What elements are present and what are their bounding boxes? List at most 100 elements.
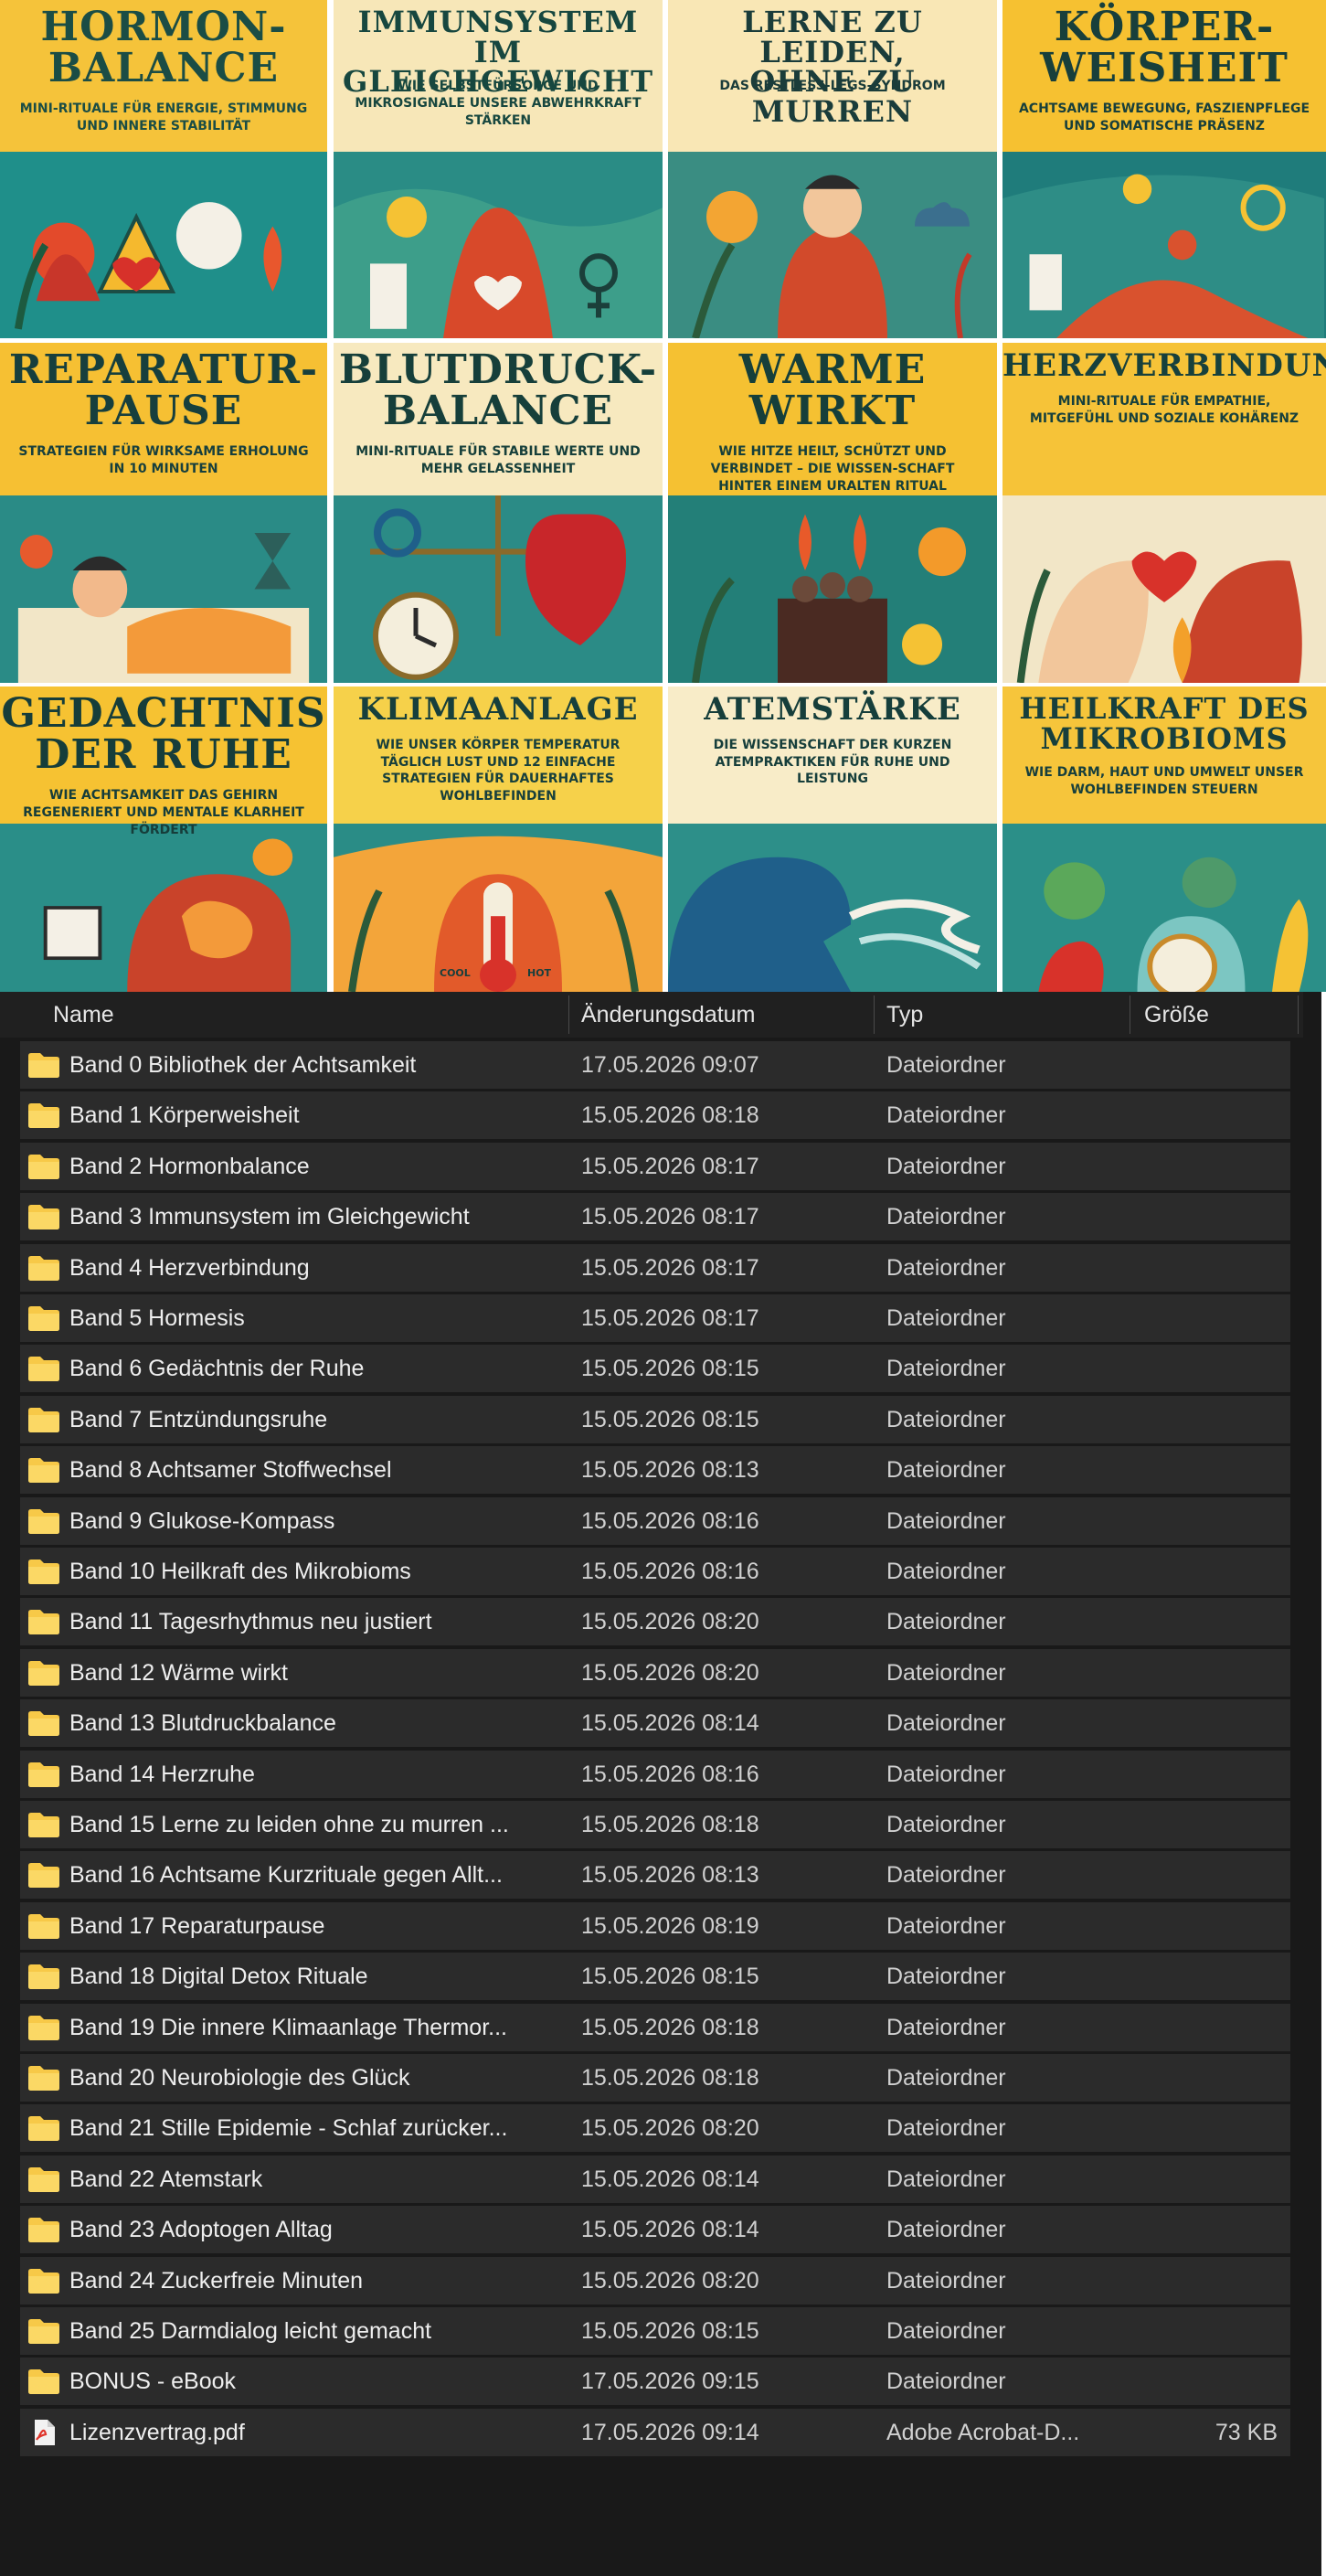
file-name: Band 16 Achtsame Kurzrituale gegen Allt.…	[69, 1862, 503, 1889]
file-type: Dateiordner	[886, 1052, 1006, 1078]
file-row[interactable]: Band 15 Lerne zu leiden ohne zu murren .…	[20, 1801, 1290, 1848]
file-name: Lizenzvertrag.pdf	[69, 2419, 245, 2445]
file-modified-date: 15.05.2026 08:15	[581, 1356, 759, 1382]
file-row[interactable]: Band 19 Die innere Klimaanlage Thermor..…	[20, 2003, 1290, 2051]
file-name: Band 1 Körperweisheit	[69, 1102, 300, 1129]
file-row[interactable]: BONUS - eBook 17.05.2026 09:15 Dateiordner	[20, 2358, 1290, 2406]
file-modified-date: 15.05.2026 08:15	[581, 1964, 759, 1990]
file-type: Adobe Acrobat-D...	[886, 2419, 1080, 2445]
file-modified-date: 15.05.2026 08:18	[581, 2065, 759, 2091]
file-row[interactable]: Band 21 Stille Epidemie - Schlaf zurücke…	[20, 2104, 1290, 2153]
cover-illustration	[1002, 174, 1325, 338]
file-name: Band 25 Darmdialog leicht gemacht	[69, 2318, 432, 2344]
file-row[interactable]: Band 8 Achtsamer Stoffwechsel 15.05.2026 …	[20, 1446, 1290, 1495]
file-modified-date: 15.05.2026 08:15	[581, 2318, 759, 2344]
file-row[interactable]: Band 16 Achtsame Kurzrituale gegen Allt.…	[20, 1851, 1290, 1900]
file-modified-date: 15.05.2026 08:14	[581, 2217, 759, 2243]
cover-reparatur: REPARATUR- PAUSE STRATEGIEN FÜR WIRKSAME …	[0, 343, 327, 683]
folder-icon	[27, 1508, 60, 1534]
folder-icon	[27, 1204, 60, 1230]
folder-icon	[27, 1660, 60, 1686]
file-row[interactable]: Band 23 Adoptogen Alltag 15.05.2026 08:14…	[20, 2206, 1290, 2254]
folder-icon	[27, 1356, 60, 1382]
cover-subtitle: WIE DARM, HAUT UND UMWELT UNSER WOHLBEFI…	[1024, 765, 1304, 798]
file-name: Band 10 Heilkraft des Mikrobioms	[69, 1559, 411, 1584]
file-row[interactable]: Band 13 Blutdruckbalance 15.05.2026 08:14…	[20, 1699, 1290, 1748]
file-type: Dateiordner	[886, 1659, 1006, 1686]
pdf-icon	[27, 2419, 60, 2445]
column-divider[interactable]	[874, 995, 875, 1034]
file-name: Band 11 Tagesrhythmus neu justiert	[69, 1609, 432, 1635]
column-type[interactable]: Typ	[886, 992, 923, 1038]
folder-icon	[27, 1812, 60, 1837]
file-row[interactable]: Band 11 Tagesrhythmus neu justiert 15.05.…	[20, 1598, 1290, 1646]
file-modified-date: 15.05.2026 08:14	[581, 1710, 759, 1737]
cover-illustration	[14, 202, 282, 330]
cover-subtitle: WIE SELBSTFÜRSORGE UND MIKROSIGNALE UNSE…	[355, 79, 642, 129]
column-date[interactable]: Änderungsdatum	[581, 992, 755, 1038]
column-size[interactable]: Größe	[1144, 992, 1209, 1038]
file-row[interactable]: Band 3 Immunsystem im Gleichgewicht 15.05…	[20, 1193, 1290, 1241]
folder-icon	[27, 1609, 60, 1635]
file-row[interactable]: Band 22 Atemstark 15.05.2026 08:14 Dateior…	[20, 2155, 1290, 2203]
file-modified-date: 17.05.2026 09:15	[581, 2368, 759, 2395]
file-name: Band 2 Hormonbalance	[69, 1153, 310, 1179]
cover-atem: ATEMSTÄRKE DIE WISSENSCHAFT DER KURZEN AT…	[668, 687, 997, 992]
file-modified-date: 15.05.2026 08:17	[581, 1204, 759, 1230]
file-name: Band 7 Entzündungsruhe	[69, 1406, 328, 1432]
cover-klima: KLIMAANLAGE WIE UNSER KÖRPER TEMPERATUR T…	[334, 687, 663, 992]
column-divider[interactable]	[568, 995, 569, 1034]
file-row[interactable]: Band 25 Darmdialog leicht gemacht 15.05.2…	[20, 2307, 1290, 2355]
cover-title: WARME WIRKT	[738, 346, 927, 434]
cover-title: ATEMSTÄRKE	[704, 691, 961, 728]
file-modified-date: 15.05.2026 08:20	[581, 1659, 759, 1686]
cover-gedaechtnis: GEDACHTNIS DER RUHE WIE ACHTSAMKEIT DAS G…	[0, 687, 327, 992]
file-explorer: Name Änderungsdatum Typ Größe Band 0 Bib…	[0, 992, 1326, 2576]
file-modified-date: 15.05.2026 08:13	[581, 1862, 759, 1889]
file-type: Dateiordner	[886, 1862, 1006, 1889]
file-name: Band 19 Die innere Klimaanlage Thermor..…	[69, 2014, 507, 2040]
cover-illustration	[1016, 551, 1302, 683]
file-row[interactable]: Band 1 Körperweisheit 15.05.2026 08:18 Dat…	[20, 1091, 1290, 1140]
cover-subtitle: MINI-RITUALE FÜR EMPATHIE, MITGEFÜHL UND…	[1029, 393, 1299, 426]
column-divider[interactable]	[1298, 995, 1299, 1034]
file-type: Dateiordner	[886, 1912, 1006, 1939]
file-type: Dateiordner	[886, 2065, 1006, 2091]
file-row[interactable]: Band 5 Hormesis 15.05.2026 08:17 Dateiordn…	[20, 1294, 1290, 1342]
file-modified-date: 15.05.2026 08:19	[581, 1912, 759, 1939]
file-type: Dateiordner	[886, 1457, 1006, 1484]
file-row[interactable]: Lizenzvertrag.pdf 17.05.2026 09:14 Adobe A…	[20, 2408, 1290, 2456]
file-row[interactable]: Band 20 Neurobiologie des Glück 15.05.202…	[20, 2054, 1290, 2102]
file-type: Dateiordner	[886, 1710, 1006, 1737]
file-row[interactable]: Band 9 Glukose-Kompass 15.05.2026 08:16 Da…	[20, 1496, 1290, 1545]
file-name: Band 0 Bibliothek der Achtsamkeit	[69, 1052, 417, 1078]
column-name[interactable]: Name	[53, 992, 114, 1038]
cover-illustration	[334, 188, 663, 338]
folder-icon	[27, 1762, 60, 1787]
file-row[interactable]: Band 2 Hormonbalance 15.05.2026 08:17 Date…	[20, 1142, 1290, 1190]
file-row[interactable]: Band 6 Gedächtnis der Ruhe 15.05.2026 08:…	[20, 1345, 1290, 1393]
cover-subtitle: DAS RESTLESS-LEGS-SYNDROM	[719, 79, 946, 94]
file-row[interactable]: Band 4 Herzverbindung 15.05.2026 08:17 Dat…	[20, 1243, 1290, 1292]
cover-title: HEILKRAFT DES MIKROBIOMS	[1019, 691, 1310, 756]
file-modified-date: 15.05.2026 08:20	[581, 2115, 759, 2142]
cover-subtitle: WIE ACHTSAMKEIT DAS GEHIRN REGENERIERT U…	[23, 787, 304, 837]
file-type: Dateiordner	[886, 1406, 1006, 1432]
file-row[interactable]: Band 10 Heilkraft des Mikrobioms 15.05.20…	[20, 1548, 1290, 1595]
file-modified-date: 17.05.2026 09:07	[581, 1052, 759, 1078]
file-row[interactable]: Band 0 Bibliothek der Achtsamkeit 17.05.2…	[20, 1041, 1290, 1089]
folder-icon	[27, 1407, 60, 1432]
file-row[interactable]: Band 18 Digital Detox Rituale 15.05.2026 …	[20, 1953, 1290, 2001]
file-row[interactable]: Band 7 Entzündungsruhe 15.05.2026 08:15 Da…	[20, 1395, 1290, 1443]
file-row[interactable]: Band 12 Wärme wirkt 15.05.2026 08:20 Datei…	[20, 1648, 1290, 1697]
file-type: Dateiordner	[886, 2115, 1006, 2142]
file-name: Band 12 Wärme wirkt	[69, 1659, 288, 1686]
file-type: Dateiordner	[886, 1153, 1006, 1179]
file-row[interactable]: Band 14 Herzruhe 15.05.2026 08:16 Dateiord…	[20, 1750, 1290, 1798]
folder-icon	[27, 1154, 60, 1179]
file-row[interactable]: Band 24 Zuckerfreie Minuten 15.05.2026 08…	[20, 2256, 1290, 2305]
file-row[interactable]: Band 17 Reparaturpause 15.05.2026 08:19 Da…	[20, 1901, 1290, 1950]
file-modified-date: 15.05.2026 08:20	[581, 1609, 759, 1635]
file-type: Dateiordner	[886, 1507, 1006, 1534]
file-modified-date: 15.05.2026 08:16	[581, 1507, 759, 1534]
